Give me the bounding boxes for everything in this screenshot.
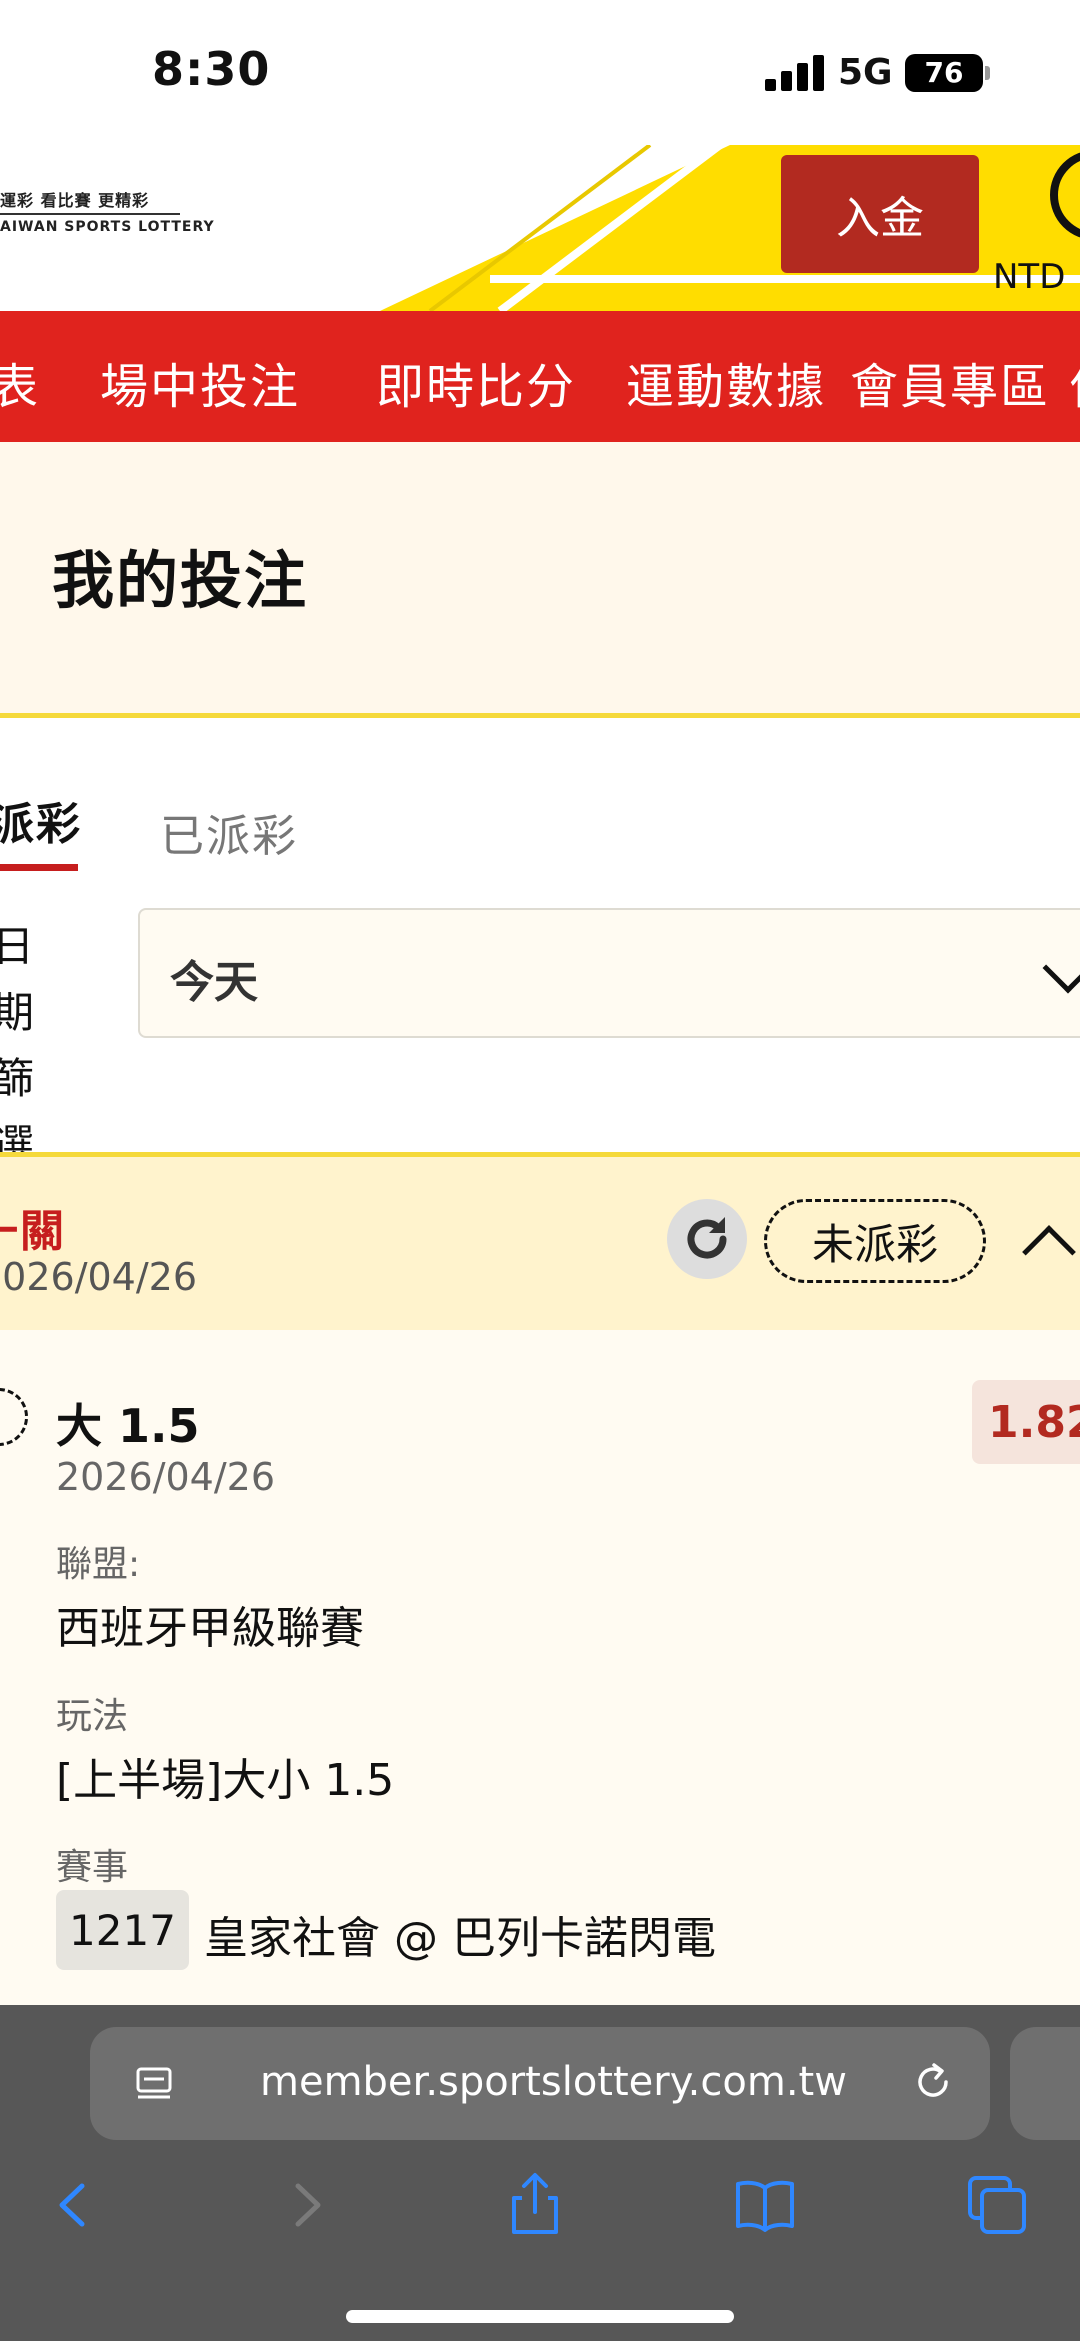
battery-cap bbox=[985, 66, 990, 80]
date-filter-label-line1: 日期 bbox=[0, 922, 37, 1037]
date-filter-select[interactable]: 今天 bbox=[138, 908, 1080, 1038]
active-tab-indicator bbox=[0, 864, 78, 871]
bet-type: 一關 bbox=[0, 1206, 66, 1257]
tabs-section: 派彩 已派彩 日期 篩選 今天 bbox=[0, 718, 1080, 1169]
logo-slogan: 運彩 看比賽 更精彩 bbox=[0, 191, 150, 210]
browser-toolbar: member.sportslottery.com.tw bbox=[0, 2005, 1080, 2341]
status-badge: 未派彩 bbox=[764, 1199, 986, 1283]
bet-card-body: 大 1.5 1.82 2026/04/26 聯盟: 西班牙甲級聯賽 玩法 [上半… bbox=[0, 1330, 1080, 2005]
refresh-button[interactable] bbox=[667, 1199, 747, 1279]
market-label: 玩法 bbox=[56, 1696, 129, 1737]
nav-item-more[interactable]: 你 bbox=[1070, 347, 1080, 417]
battery-icon: 76 bbox=[905, 54, 983, 92]
nav-item-sports-data[interactable]: 運動數據 bbox=[626, 347, 826, 417]
status-time: 8:30 bbox=[152, 42, 271, 96]
bet-selection: 大 1.5 bbox=[56, 1399, 200, 1453]
tab-paid[interactable]: 已派彩 bbox=[160, 800, 298, 864]
logo-divider bbox=[0, 213, 180, 215]
balance-label: NTD bbox=[993, 257, 1066, 297]
page-title: 我的投注 bbox=[52, 544, 309, 617]
title-section: 我的投注 bbox=[0, 442, 1080, 715]
chevron-up-icon[interactable] bbox=[1022, 1225, 1076, 1279]
signal-icon bbox=[765, 55, 825, 91]
tabs-icon[interactable] bbox=[962, 2170, 1032, 2240]
share-icon[interactable] bbox=[500, 2170, 570, 2240]
nav-item-schedule[interactable]: 表 bbox=[0, 347, 40, 417]
forward-icon[interactable] bbox=[272, 2170, 342, 2240]
back-icon[interactable] bbox=[38, 2170, 108, 2240]
league-value: 西班牙甲級聯賽 bbox=[56, 1603, 364, 1654]
next-tab-preview[interactable] bbox=[1010, 2027, 1080, 2140]
bookmarks-icon[interactable] bbox=[730, 2170, 800, 2240]
nav-item-member[interactable]: 會員專區 bbox=[850, 347, 1050, 417]
match-name: 皇家社會 @ 巴列卡諾閃電 bbox=[204, 1913, 716, 1964]
network-type: 5G bbox=[838, 52, 893, 93]
nav-item-live-betting[interactable]: 場中投注 bbox=[100, 347, 300, 417]
page-menu-icon[interactable] bbox=[134, 2065, 174, 2105]
market-value: [上半場]大小 1.5 bbox=[56, 1755, 395, 1806]
deposit-button[interactable]: 入金 bbox=[781, 155, 979, 273]
odds-badge: 1.82 bbox=[972, 1380, 1080, 1464]
bet-date: 2026/04/26 bbox=[0, 1255, 198, 1299]
match-number-badge: 1217 bbox=[56, 1890, 189, 1970]
date-filter-label: 日期 篩選 bbox=[0, 914, 72, 1178]
league-label: 聯盟: bbox=[56, 1544, 141, 1585]
nav-item-live-scores[interactable]: 即時比分 bbox=[376, 347, 576, 417]
address-bar[interactable]: member.sportslottery.com.tw bbox=[90, 2027, 990, 2140]
selection-status-icon bbox=[0, 1388, 28, 1446]
reload-icon[interactable] bbox=[912, 2061, 954, 2103]
status-bar: 8:30 5G 76 bbox=[0, 0, 1080, 145]
refresh-icon bbox=[687, 1217, 727, 1259]
bet-card-header[interactable]: 一關 2026/04/26 未派彩 bbox=[0, 1157, 1080, 1330]
tab-unpaid[interactable]: 派彩 bbox=[0, 788, 82, 852]
logo-wordmark: AIWAN SPORTS LOTTERY bbox=[0, 219, 215, 235]
main-nav: 表 場中投注 即時比分 運動數據 會員專區 你 bbox=[0, 311, 1080, 442]
selection-date: 2026/04/26 bbox=[56, 1455, 276, 1499]
url-text: member.sportslottery.com.tw bbox=[260, 2059, 847, 2105]
date-filter-value: 今天 bbox=[170, 957, 258, 1008]
event-label: 賽事 bbox=[56, 1847, 129, 1888]
chevron-down-icon bbox=[1042, 942, 1080, 994]
home-indicator bbox=[346, 2310, 734, 2323]
site-header: 運彩 看比賽 更精彩 AIWAN SPORTS LOTTERY 入金 NTD bbox=[0, 145, 1080, 311]
